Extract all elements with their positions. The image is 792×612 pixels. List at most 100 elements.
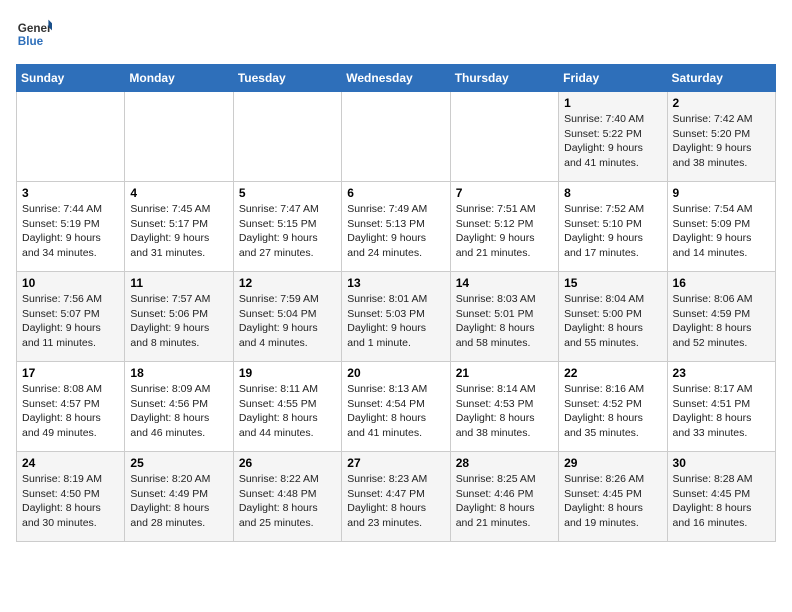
day-info: Sunrise: 7:59 AM Sunset: 5:04 PM Dayligh… [239,292,336,351]
day-number: 1 [564,96,661,110]
day-info: Sunrise: 8:22 AM Sunset: 4:48 PM Dayligh… [239,472,336,531]
calendar-cell: 19Sunrise: 8:11 AM Sunset: 4:55 PM Dayli… [233,362,341,452]
day-info: Sunrise: 8:06 AM Sunset: 4:59 PM Dayligh… [673,292,770,351]
day-number: 2 [673,96,770,110]
calendar-cell: 14 Sunrise: 8:03 AM Sunset: 5:01 PM Dayli… [450,272,558,362]
svg-text:Blue: Blue [18,35,44,48]
calendar-cell: 28 Sunrise: 8:25 AM Sunset: 4:46 PM Dayli… [450,452,558,542]
header-day-saturday: Saturday [667,65,775,92]
day-info: Sunrise: 8:08 AM Sunset: 4:57 PM Dayligh… [22,382,119,441]
day-info: Sunrise: 8:28 AM Sunset: 4:45 PM Dayligh… [673,472,770,531]
day-number: 5 [239,186,336,200]
calendar-cell: 25 Sunrise: 8:20 AM Sunset: 4:49 PM Dayli… [125,452,233,542]
day-info: Sunrise: 8:13 AM Sunset: 4:54 PM Dayligh… [347,382,444,441]
calendar-cell: 1 Sunrise: 7:40 AM Sunset: 5:22 PM Daylig… [559,92,667,182]
day-number: 20 [347,366,444,380]
day-number: 7 [456,186,553,200]
calendar-cell: 3 Sunrise: 7:44 AM Sunset: 5:19 PM Daylig… [17,182,125,272]
week-row-0: 1 Sunrise: 7:40 AM Sunset: 5:22 PM Daylig… [17,92,776,182]
calendar-cell: 9 Sunrise: 7:54 AM Sunset: 5:09 PM Daylig… [667,182,775,272]
day-info: Sunrise: 7:56 AM Sunset: 5:07 PM Dayligh… [22,292,119,351]
day-info: Sunrise: 7:57 AM Sunset: 5:06 PM Dayligh… [130,292,227,351]
day-number: 25 [130,456,227,470]
calendar-cell: 12 Sunrise: 7:59 AM Sunset: 5:04 PM Dayli… [233,272,341,362]
day-number: 8 [564,186,661,200]
day-number: 12 [239,276,336,290]
day-info: Sunrise: 7:49 AM Sunset: 5:13 PM Dayligh… [347,202,444,261]
day-number: 28 [456,456,553,470]
day-number: 9 [673,186,770,200]
calendar-cell: 21 Sunrise: 8:14 AM Sunset: 4:53 PM Dayli… [450,362,558,452]
calendar-cell: 17 Sunrise: 8:08 AM Sunset: 4:57 PM Dayli… [17,362,125,452]
day-number: 27 [347,456,444,470]
calendar-cell: 8 Sunrise: 7:52 AM Sunset: 5:10 PM Daylig… [559,182,667,272]
day-info: Sunrise: 7:54 AM Sunset: 5:09 PM Dayligh… [673,202,770,261]
day-info: Sunrise: 8:04 AM Sunset: 5:00 PM Dayligh… [564,292,661,351]
calendar-cell: 4 Sunrise: 7:45 AM Sunset: 5:17 PM Daylig… [125,182,233,272]
logo: General Blue [16,16,56,52]
day-number: 30 [673,456,770,470]
calendar-cell: 6Sunrise: 7:49 AM Sunset: 5:13 PM Daylig… [342,182,450,272]
week-row-3: 17 Sunrise: 8:08 AM Sunset: 4:57 PM Dayli… [17,362,776,452]
page-header: General Blue [16,16,776,52]
header-day-sunday: Sunday [17,65,125,92]
calendar-cell [450,92,558,182]
calendar-cell: 15Sunrise: 8:04 AM Sunset: 5:00 PM Dayli… [559,272,667,362]
calendar-cell: 30 Sunrise: 8:28 AM Sunset: 4:45 PM Dayli… [667,452,775,542]
day-number: 24 [22,456,119,470]
logo-icon: General Blue [16,16,52,52]
day-number: 26 [239,456,336,470]
svg-text:General: General [18,22,52,35]
day-info: Sunrise: 8:03 AM Sunset: 5:01 PM Dayligh… [456,292,553,351]
day-number: 16 [673,276,770,290]
header-day-monday: Monday [125,65,233,92]
day-info: Sunrise: 7:51 AM Sunset: 5:12 PM Dayligh… [456,202,553,261]
day-number: 23 [673,366,770,380]
day-info: Sunrise: 7:40 AM Sunset: 5:22 PM Dayligh… [564,112,661,171]
day-info: Sunrise: 8:20 AM Sunset: 4:49 PM Dayligh… [130,472,227,531]
day-info: Sunrise: 8:25 AM Sunset: 4:46 PM Dayligh… [456,472,553,531]
week-row-4: 24Sunrise: 8:19 AM Sunset: 4:50 PM Dayli… [17,452,776,542]
calendar-cell: 16 Sunrise: 8:06 AM Sunset: 4:59 PM Dayli… [667,272,775,362]
day-number: 3 [22,186,119,200]
calendar-cell [342,92,450,182]
day-info: Sunrise: 7:45 AM Sunset: 5:17 PM Dayligh… [130,202,227,261]
calendar-cell [125,92,233,182]
calendar-cell: 18 Sunrise: 8:09 AM Sunset: 4:56 PM Dayli… [125,362,233,452]
header-day-thursday: Thursday [450,65,558,92]
calendar-cell: 29 Sunrise: 8:26 AM Sunset: 4:45 PM Dayli… [559,452,667,542]
day-number: 29 [564,456,661,470]
header-day-wednesday: Wednesday [342,65,450,92]
header-day-tuesday: Tuesday [233,65,341,92]
calendar-cell [233,92,341,182]
day-info: Sunrise: 8:09 AM Sunset: 4:56 PM Dayligh… [130,382,227,441]
day-info: Sunrise: 7:47 AM Sunset: 5:15 PM Dayligh… [239,202,336,261]
day-number: 17 [22,366,119,380]
calendar-cell: 10Sunrise: 7:56 AM Sunset: 5:07 PM Dayli… [17,272,125,362]
calendar-table: SundayMondayTuesdayWednesdayThursdayFrid… [16,64,776,542]
day-number: 22 [564,366,661,380]
day-info: Sunrise: 8:23 AM Sunset: 4:47 PM Dayligh… [347,472,444,531]
calendar-cell: 20 Sunrise: 8:13 AM Sunset: 4:54 PM Dayli… [342,362,450,452]
header-day-friday: Friday [559,65,667,92]
day-number: 21 [456,366,553,380]
week-row-1: 3 Sunrise: 7:44 AM Sunset: 5:19 PM Daylig… [17,182,776,272]
calendar-cell: 26 Sunrise: 8:22 AM Sunset: 4:48 PM Dayli… [233,452,341,542]
week-row-2: 10Sunrise: 7:56 AM Sunset: 5:07 PM Dayli… [17,272,776,362]
day-info: Sunrise: 8:14 AM Sunset: 4:53 PM Dayligh… [456,382,553,441]
day-info: Sunrise: 8:17 AM Sunset: 4:51 PM Dayligh… [673,382,770,441]
day-number: 18 [130,366,227,380]
day-info: Sunrise: 7:52 AM Sunset: 5:10 PM Dayligh… [564,202,661,261]
day-info: Sunrise: 8:26 AM Sunset: 4:45 PM Dayligh… [564,472,661,531]
day-number: 14 [456,276,553,290]
day-info: Sunrise: 8:16 AM Sunset: 4:52 PM Dayligh… [564,382,661,441]
day-info: Sunrise: 7:42 AM Sunset: 5:20 PM Dayligh… [673,112,770,171]
day-info: Sunrise: 8:11 AM Sunset: 4:55 PM Dayligh… [239,382,336,441]
calendar-cell [17,92,125,182]
day-info: Sunrise: 7:44 AM Sunset: 5:19 PM Dayligh… [22,202,119,261]
day-number: 4 [130,186,227,200]
day-number: 11 [130,276,227,290]
calendar-cell: 22 Sunrise: 8:16 AM Sunset: 4:52 PM Dayli… [559,362,667,452]
day-info: Sunrise: 8:01 AM Sunset: 5:03 PM Dayligh… [347,292,444,351]
calendar-cell: 24Sunrise: 8:19 AM Sunset: 4:50 PM Dayli… [17,452,125,542]
